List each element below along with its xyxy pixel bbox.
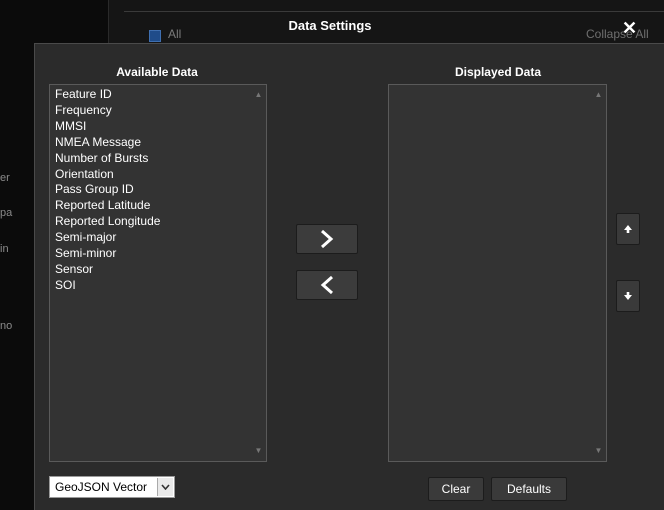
arrow-up-icon	[624, 225, 632, 233]
export-format-select[interactable]: GeoJSON Vector	[49, 476, 175, 498]
export-format-value: GeoJSON Vector	[55, 480, 148, 494]
list-item[interactable]: SOI	[55, 278, 250, 294]
background-text-fragment: in	[0, 243, 9, 255]
list-item[interactable]: Feature ID	[55, 87, 250, 103]
list-item[interactable]: Reported Latitude	[55, 198, 250, 214]
list-item[interactable]: Orientation	[55, 167, 250, 183]
background-text-fragment: no	[0, 320, 13, 332]
list-item[interactable]: Semi-major	[55, 230, 250, 246]
chevron-left-icon	[320, 275, 333, 295]
displayed-data-heading: Displayed Data	[454, 65, 542, 79]
scroll-up-icon[interactable]: ▲	[594, 91, 603, 99]
scroll-down-icon[interactable]: ▼	[594, 447, 603, 455]
move-down-button[interactable]	[616, 280, 640, 312]
chevron-down-icon	[157, 478, 173, 496]
list-item[interactable]: Reported Longitude	[55, 214, 250, 230]
list-item[interactable]: Number of Bursts	[55, 151, 250, 167]
chevron-right-icon	[321, 229, 334, 249]
list-item[interactable]: Semi-minor	[55, 246, 250, 262]
available-data-items: Feature ID Frequency MMSI NMEA Message Numbe…	[55, 87, 250, 294]
background-text-fragment: er	[0, 172, 10, 184]
add-to-displayed-button[interactable]	[296, 224, 358, 254]
clear-button[interactable]: Clear	[428, 477, 484, 501]
dialog-title: Data Settings	[288, 18, 372, 33]
move-up-button[interactable]	[616, 213, 640, 245]
close-button[interactable]: ✕	[622, 19, 637, 37]
scroll-up-icon[interactable]: ▲	[254, 91, 263, 99]
arrow-down-icon	[624, 292, 632, 300]
available-data-heading: Available Data	[116, 65, 198, 79]
background-divider	[124, 11, 664, 12]
background-text-fragment: pa	[0, 207, 13, 219]
list-item[interactable]: Pass Group ID	[55, 182, 250, 198]
list-item[interactable]: Sensor	[55, 262, 250, 278]
defaults-button[interactable]: Defaults	[491, 477, 567, 501]
list-item[interactable]: Frequency	[55, 103, 250, 119]
list-item[interactable]: MMSI	[55, 119, 250, 135]
available-data-list[interactable]: Feature ID Frequency MMSI NMEA Message Numbe…	[49, 84, 267, 462]
displayed-data-list[interactable]: ▲ ▼	[388, 84, 607, 462]
scroll-down-icon[interactable]: ▼	[254, 447, 263, 455]
remove-from-displayed-button[interactable]	[296, 270, 358, 300]
close-icon: ✕	[622, 18, 638, 38]
list-item[interactable]: NMEA Message	[55, 135, 250, 151]
